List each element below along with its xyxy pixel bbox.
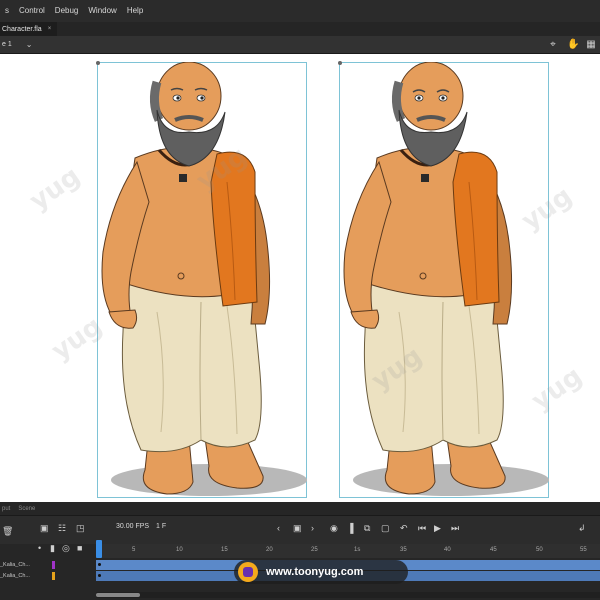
ruler-tick: 25: [311, 547, 318, 553]
ruler-tick: 35: [400, 547, 407, 553]
layer-name[interactable]: _Kalia_Ch...: [0, 560, 44, 570]
undo-icon[interactable]: ↲: [578, 523, 586, 533]
timeline-ruler[interactable]: 5 10 15 20 25 1s 35 40 45 50 55: [96, 544, 600, 558]
document-tab-bar: Character.fla ×: [0, 22, 600, 36]
ruler-tick: 15: [221, 547, 228, 553]
layer-color-swatch: [52, 561, 55, 569]
ruler-tick: 50: [536, 547, 543, 553]
menu-item-commands[interactable]: s: [0, 0, 14, 22]
menu-item-debug[interactable]: Debug: [50, 0, 84, 22]
close-icon[interactable]: ×: [48, 26, 52, 32]
tab-output[interactable]: put: [2, 506, 10, 512]
frames-view-icon[interactable]: ▐: [347, 523, 353, 533]
highlight-layers-icon[interactable]: •: [38, 543, 41, 553]
visibility-icon[interactable]: ◎: [62, 543, 70, 553]
insert-keyframe-icon[interactable]: ▣: [293, 523, 302, 533]
layer-parenting-icon[interactable]: ☷: [58, 523, 66, 533]
watermark: yug: [24, 161, 86, 217]
keyframe[interactable]: [98, 563, 101, 566]
keyframe[interactable]: [98, 574, 101, 577]
layer-name[interactable]: _Kalia_Ch...: [0, 571, 44, 581]
stage-canvas[interactable]: yug yug yug yug yug yug: [0, 54, 600, 502]
clip-content-icon[interactable]: ▦: [586, 39, 596, 51]
chevron-left-icon[interactable]: ‹: [277, 523, 280, 533]
loop-icon[interactable]: ▢: [381, 523, 390, 533]
delete-layer-icon[interactable]: 🗑: [2, 526, 13, 536]
rewind-loop-icon[interactable]: ↶: [400, 523, 408, 533]
timeline-panel: put Scene 5 10 15 20 25 1s 35 40 45 50 5…: [0, 502, 600, 600]
tab-scene[interactable]: Scene: [18, 506, 35, 512]
edit-symbols-icon[interactable]: ✋: [567, 39, 579, 51]
layer-depth-icon[interactable]: ◳: [76, 523, 85, 533]
camera-icon[interactable]: ▣: [40, 523, 49, 533]
character-illustration-left[interactable]: [97, 62, 307, 502]
ruler-tick: 1s: [354, 547, 361, 553]
lock-icon[interactable]: ■: [77, 543, 82, 553]
document-tab[interactable]: Character.fla ×: [0, 22, 58, 36]
toonyug-logo-icon: [238, 562, 258, 582]
animate-app-window: s Control Debug Window Help Character.fl…: [0, 0, 600, 600]
frame-rate[interactable]: 30.00 FPS: [116, 523, 149, 530]
website-banner: www.toonyug.com: [234, 560, 408, 584]
layer-color-swatch: [52, 572, 55, 580]
edit-bar: e 1 ⌄ ⌖ ✋ ▦: [0, 36, 600, 54]
ruler-tick: 45: [490, 547, 497, 553]
timeline-tabs: put Scene: [0, 502, 600, 516]
chevron-down-icon[interactable]: ⌄: [26, 40, 33, 49]
document-tab-title: Character.fla: [2, 25, 42, 33]
scrollbar-thumb[interactable]: [96, 593, 140, 597]
playhead[interactable]: [96, 540, 102, 558]
ruler-tick: 5: [132, 547, 136, 553]
ruler-tick: 40: [444, 547, 451, 553]
current-frame[interactable]: 1 F: [156, 523, 166, 530]
scene-name: e 1: [2, 41, 12, 48]
menu-item-help[interactable]: Help: [122, 0, 148, 22]
step-back-icon[interactable]: ⏮: [418, 523, 426, 533]
character-illustration-right[interactable]: [339, 62, 549, 502]
center-stage-icon[interactable]: ⌖: [548, 39, 558, 51]
step-forward-icon[interactable]: ⏭: [451, 523, 459, 533]
website-url: www.toonyug.com: [266, 566, 364, 578]
chevron-right-icon[interactable]: ›: [311, 523, 314, 533]
ruler-tick: 20: [266, 547, 273, 553]
ruler-tick: 55: [580, 547, 587, 553]
menu-item-window[interactable]: Window: [83, 0, 121, 22]
onion-skin-icon[interactable]: ◉: [330, 523, 338, 533]
play-icon[interactable]: ▶: [434, 523, 441, 533]
menu-bar: s Control Debug Window Help: [0, 0, 600, 22]
menu-item-control[interactable]: Control: [14, 0, 50, 22]
edit-multiple-frames-icon[interactable]: ⧉: [364, 523, 370, 533]
ruler-tick: 10: [176, 547, 183, 553]
outline-icon[interactable]: ▮: [50, 543, 55, 553]
edit-bar-icons: ⌖ ✋ ▦: [548, 39, 596, 51]
timeline-scrollbar[interactable]: [96, 592, 600, 598]
